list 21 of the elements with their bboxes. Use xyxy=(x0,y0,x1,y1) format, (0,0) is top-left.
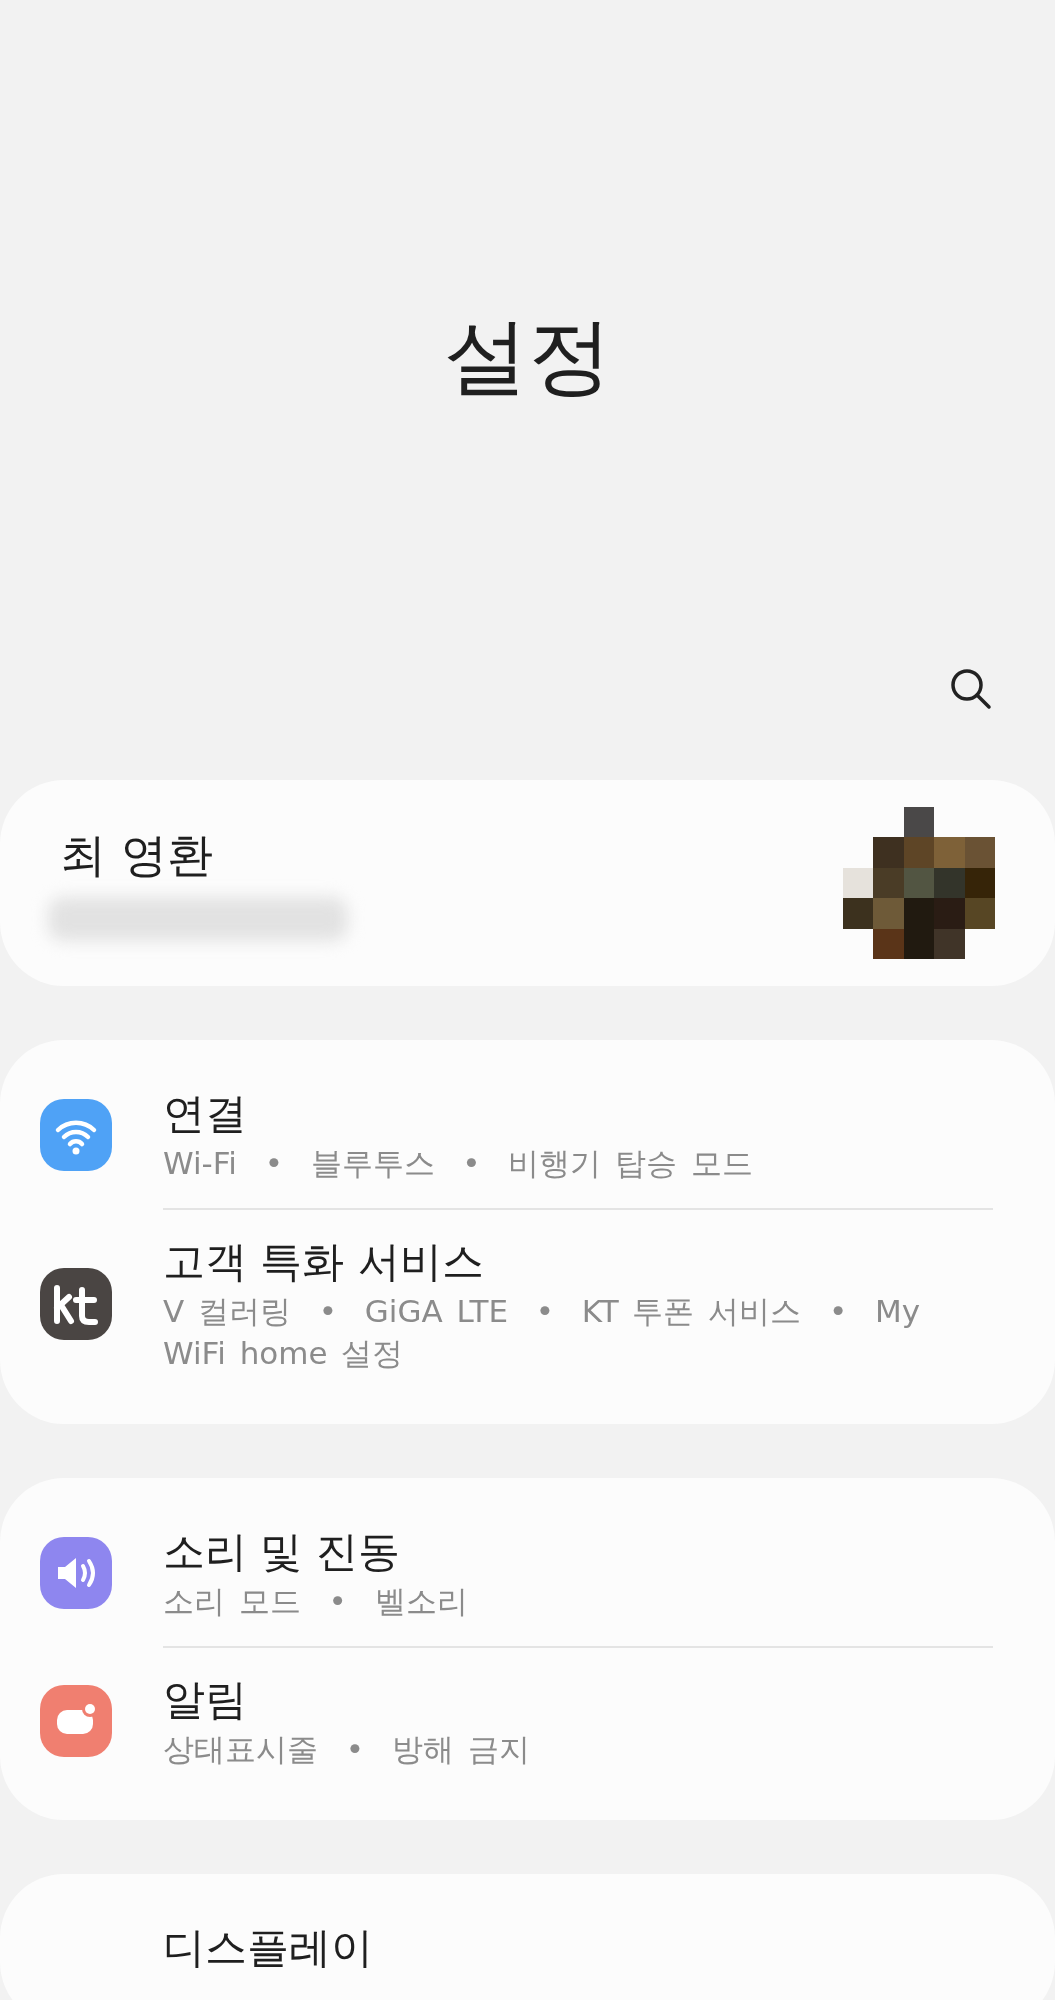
profile-name: 최 영환 xyxy=(60,827,214,884)
settings-item[interactable]: 소리 및 진동 소리 모드 • 벨소리 xyxy=(0,1508,1055,1638)
item-title: 고객 특화 서비스 xyxy=(163,1236,485,1288)
settings-item[interactable]: 알림 상태표시줄 • 방해 금지 xyxy=(0,1656,1055,1786)
item-subtitle: Wi-Fi • 블루투스 • 비행기 탑승 모드 xyxy=(163,1144,755,1183)
item-subtitle: V 컬러링 • GiGA LTE • KT 투폰 서비스 • My WiFi home 설정 xyxy=(163,1292,922,1373)
item-title: 연결 xyxy=(163,1088,248,1140)
profile-card[interactable]: 최 영환 xyxy=(0,780,1055,986)
settings-item[interactable]: 연결 Wi-Fi • 블루투스 • 비행기 탑승 모드 xyxy=(0,1070,1055,1200)
item-title: 디스플레이 xyxy=(163,1922,374,1974)
page-title: 설정 xyxy=(443,305,612,407)
kt-logo-icon xyxy=(39,1268,112,1340)
notification-icon xyxy=(39,1685,112,1757)
settings-item[interactable]: 디스플레이 xyxy=(0,1904,1055,1992)
item-subtitle: 소리 모드 • 벨소리 xyxy=(163,1582,469,1621)
speaker-icon xyxy=(39,1537,112,1609)
settings-item[interactable]: 고객 특화 서비스 V 컬러링 • GiGA LTE • KT 투폰 서비스 • My WiFi home 설정 xyxy=(0,1218,1055,1390)
item-subtitle: 상태표시줄 • 방해 금지 xyxy=(163,1730,531,1769)
item-title: 소리 및 진동 xyxy=(163,1526,401,1578)
item-title: 알림 xyxy=(163,1674,248,1726)
wifi-icon xyxy=(39,1099,112,1171)
